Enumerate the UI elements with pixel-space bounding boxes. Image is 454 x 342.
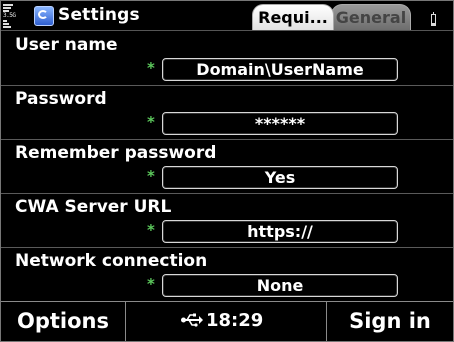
settings-app-icon [34, 6, 54, 26]
field-network-connection: Network connection * None [1, 247, 453, 300]
tab-general[interactable]: General [331, 4, 411, 30]
password-label: Password [15, 89, 107, 109]
status-area: 18:29 [126, 302, 326, 341]
page-title: Settings [58, 5, 140, 25]
clock: 18:29 [206, 310, 264, 331]
user-name-label: User name [15, 35, 118, 55]
required-marker: * [147, 221, 155, 239]
usb-icon [181, 313, 203, 327]
tab-required[interactable]: Requi... [252, 4, 334, 30]
field-user-name: User name * Domain\UserName [1, 31, 453, 84]
required-marker: * [147, 59, 155, 77]
settings-form: User name * Domain\UserName Password * *… [1, 31, 453, 301]
required-marker: * [147, 167, 155, 185]
cwa-server-url-label: CWA Server URL [15, 197, 172, 217]
remember-password-label: Remember password [15, 143, 217, 163]
sign-in-softkey[interactable]: Sign in [327, 302, 453, 341]
signal-strength-icon: 3.5G [3, 4, 16, 28]
cwa-server-url-input[interactable]: https:// [162, 220, 398, 243]
options-softkey[interactable]: Options [1, 302, 125, 341]
softkey-bar: Options 18:29 Sign in [1, 301, 453, 341]
password-input[interactable]: ****** [162, 112, 398, 135]
required-marker: * [147, 275, 155, 293]
network-connection-select[interactable]: None [162, 274, 398, 297]
battery-icon [431, 12, 436, 26]
title-bar: 3.5G Settings General Requi... [1, 1, 453, 31]
field-cwa-server-url: CWA Server URL * https:// [1, 193, 453, 246]
network-connection-label: Network connection [15, 251, 208, 271]
user-name-input[interactable]: Domain\UserName [162, 58, 398, 81]
network-mode: 3.5G [3, 12, 16, 19]
field-remember-password: Remember password * Yes [1, 139, 453, 192]
remember-password-select[interactable]: Yes [162, 166, 398, 189]
required-marker: * [147, 113, 155, 131]
device-screen: 3.5G Settings General Requi... User name… [0, 0, 454, 342]
field-password: Password * ****** [1, 85, 453, 138]
